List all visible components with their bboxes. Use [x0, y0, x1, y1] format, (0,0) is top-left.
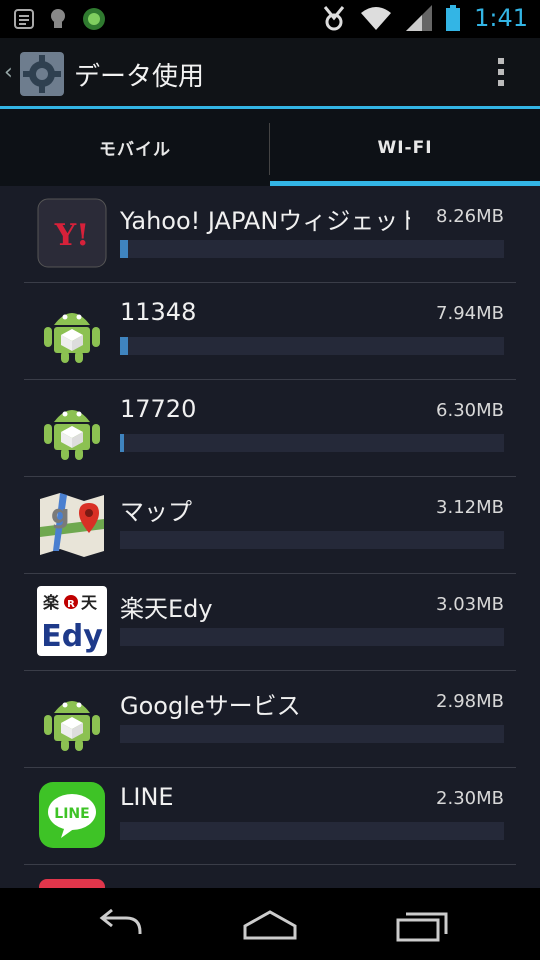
- page-title: データ使用: [74, 62, 205, 92]
- usage-bar-fill: [120, 434, 124, 452]
- app-name: マップ: [120, 498, 192, 526]
- list-item[interactable]: g マップ 3.12MB: [24, 477, 516, 574]
- android-icon: [44, 410, 100, 460]
- tab-bar: モバイル WI-FI: [0, 106, 540, 189]
- app-data-size: 2.30MB: [436, 788, 504, 809]
- notification-list-icon: [14, 9, 34, 29]
- list-item[interactable]: Y! Yahoo! JAPANウィジェット 8.26MB: [24, 186, 516, 283]
- bulb-icon: [51, 9, 65, 28]
- app-name: Googleサービス: [120, 692, 301, 720]
- list-item[interactable]: Googleサービス 2.98MB: [24, 671, 516, 768]
- svg-text:天: 天: [81, 593, 98, 612]
- app-data-size: 8.26MB: [436, 206, 504, 227]
- usage-bar: [120, 628, 504, 646]
- back-icon[interactable]: [90, 904, 150, 944]
- app-data-size: 2.98MB: [436, 691, 504, 712]
- list-item[interactable]: モトローラサービス: [24, 865, 516, 888]
- status-bar: 1:41: [0, 0, 540, 38]
- usage-bar: [120, 337, 504, 355]
- app-data-size: 7.94MB: [436, 303, 504, 324]
- list-item[interactable]: 11348 7.94MB: [24, 283, 516, 380]
- app-name: モトローラサービス: [120, 880, 410, 888]
- svg-text:g: g: [51, 500, 70, 530]
- settings-gear-icon[interactable]: [20, 52, 64, 96]
- svg-text:LINE: LINE: [54, 806, 89, 822]
- recents-icon[interactable]: [392, 904, 452, 944]
- navigation-bar: [0, 888, 540, 960]
- wifi-icon: [361, 7, 392, 30]
- app-name: 17720: [120, 395, 197, 423]
- android-icon: [44, 701, 100, 751]
- action-bar: ‹ データ使用: [0, 38, 540, 108]
- rakuten-edy-icon: 楽 R 天 Edy: [37, 586, 107, 656]
- usage-bar-fill: [120, 240, 128, 258]
- svg-text:R: R: [67, 599, 75, 610]
- clock: 1:41: [474, 4, 528, 32]
- list-item[interactable]: 楽 R 天 Edy 楽天Edy 3.03MB: [24, 574, 516, 671]
- list-item[interactable]: 17720 6.30MB: [24, 380, 516, 477]
- svg-text:楽: 楽: [42, 593, 60, 612]
- tab-mobile[interactable]: モバイル: [0, 109, 270, 186]
- overflow-menu-icon[interactable]: [498, 58, 506, 92]
- usage-bar: [120, 531, 504, 549]
- yahoo-japan-icon: Y!: [37, 198, 107, 268]
- app-name: Yahoo! JAPANウィジェット: [120, 207, 410, 235]
- app-name: 楽天Edy: [120, 595, 213, 623]
- app-data-size: 3.03MB: [436, 594, 504, 615]
- svg-text:Y!: Y!: [54, 218, 90, 253]
- app-data-size: 6.30MB: [436, 400, 504, 421]
- line-icon: LINE: [39, 782, 105, 848]
- app-usage-list[interactable]: Y! Yahoo! JAPANウィジェット 8.26MB 11348 7.94M…: [0, 186, 540, 888]
- signal-icon: [406, 5, 433, 31]
- maps-icon: g: [40, 493, 104, 557]
- tab-wifi[interactable]: WI-FI: [270, 109, 540, 186]
- svg-text:Edy: Edy: [41, 619, 103, 654]
- app-data-size: 3.12MB: [436, 497, 504, 518]
- usage-bar: [120, 240, 504, 258]
- battery-icon: [446, 5, 461, 31]
- usage-bar-fill: [120, 337, 128, 355]
- android-icon: [44, 313, 100, 363]
- usage-bar: [120, 434, 504, 452]
- app-name: LINE: [120, 783, 174, 811]
- usage-bar: [120, 725, 504, 743]
- red-app-icon: [39, 879, 105, 888]
- list-item[interactable]: LINE LINE 2.30MB: [24, 768, 516, 865]
- dragon-app-icon: [83, 8, 105, 30]
- up-caret-icon[interactable]: ‹: [4, 60, 13, 85]
- alarm-icon: [323, 6, 345, 31]
- app-name: 11348: [120, 298, 197, 326]
- usage-bar: [120, 822, 504, 840]
- home-icon[interactable]: [240, 904, 300, 944]
